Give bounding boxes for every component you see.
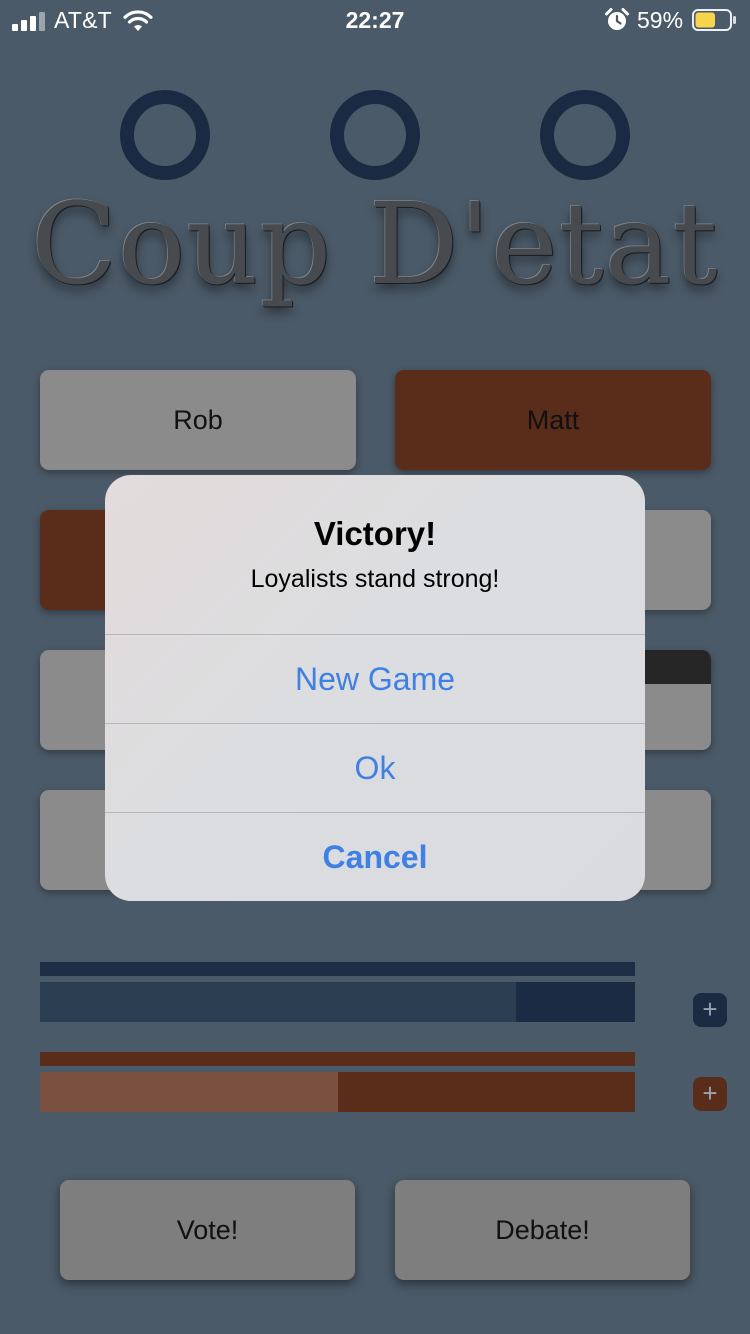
new-game-button[interactable]: New Game	[105, 634, 645, 723]
loyalist-progress-fill	[40, 982, 516, 1022]
player-button-rob[interactable]: Rob	[40, 370, 356, 470]
ok-button[interactable]: Ok	[105, 723, 645, 812]
loyalist-add-button[interactable]: +	[693, 993, 727, 1027]
ring-icon	[120, 90, 210, 180]
loyalist-progress-bar	[40, 982, 635, 1022]
alert-message: Loyalists stand strong!	[250, 565, 500, 593]
ring-icon	[540, 90, 630, 180]
loyalist-bar-header	[40, 962, 635, 976]
rebel-add-button[interactable]: +	[693, 1077, 727, 1111]
battery-percent: 59%	[637, 7, 684, 33]
status-bar: AT&T 22:27 59%	[0, 0, 750, 40]
cancel-button[interactable]: Cancel	[105, 812, 645, 901]
rebel-progress-bar	[40, 1072, 635, 1112]
rebel-bar-header	[40, 1052, 635, 1066]
vote-button[interactable]: Vote!	[60, 1180, 355, 1280]
victory-alert: Victory! Loyalists stand strong! New Gam…	[105, 475, 645, 901]
player-button-matt[interactable]: Matt	[395, 370, 711, 470]
alarm-icon	[605, 8, 629, 30]
ring-icon	[330, 90, 420, 180]
debate-button[interactable]: Debate!	[395, 1180, 690, 1280]
battery-icon	[692, 9, 736, 31]
alert-title: Victory!	[313, 515, 437, 552]
game-title: Coup D'etat	[31, 180, 719, 310]
rebel-progress-fill	[40, 1072, 338, 1112]
